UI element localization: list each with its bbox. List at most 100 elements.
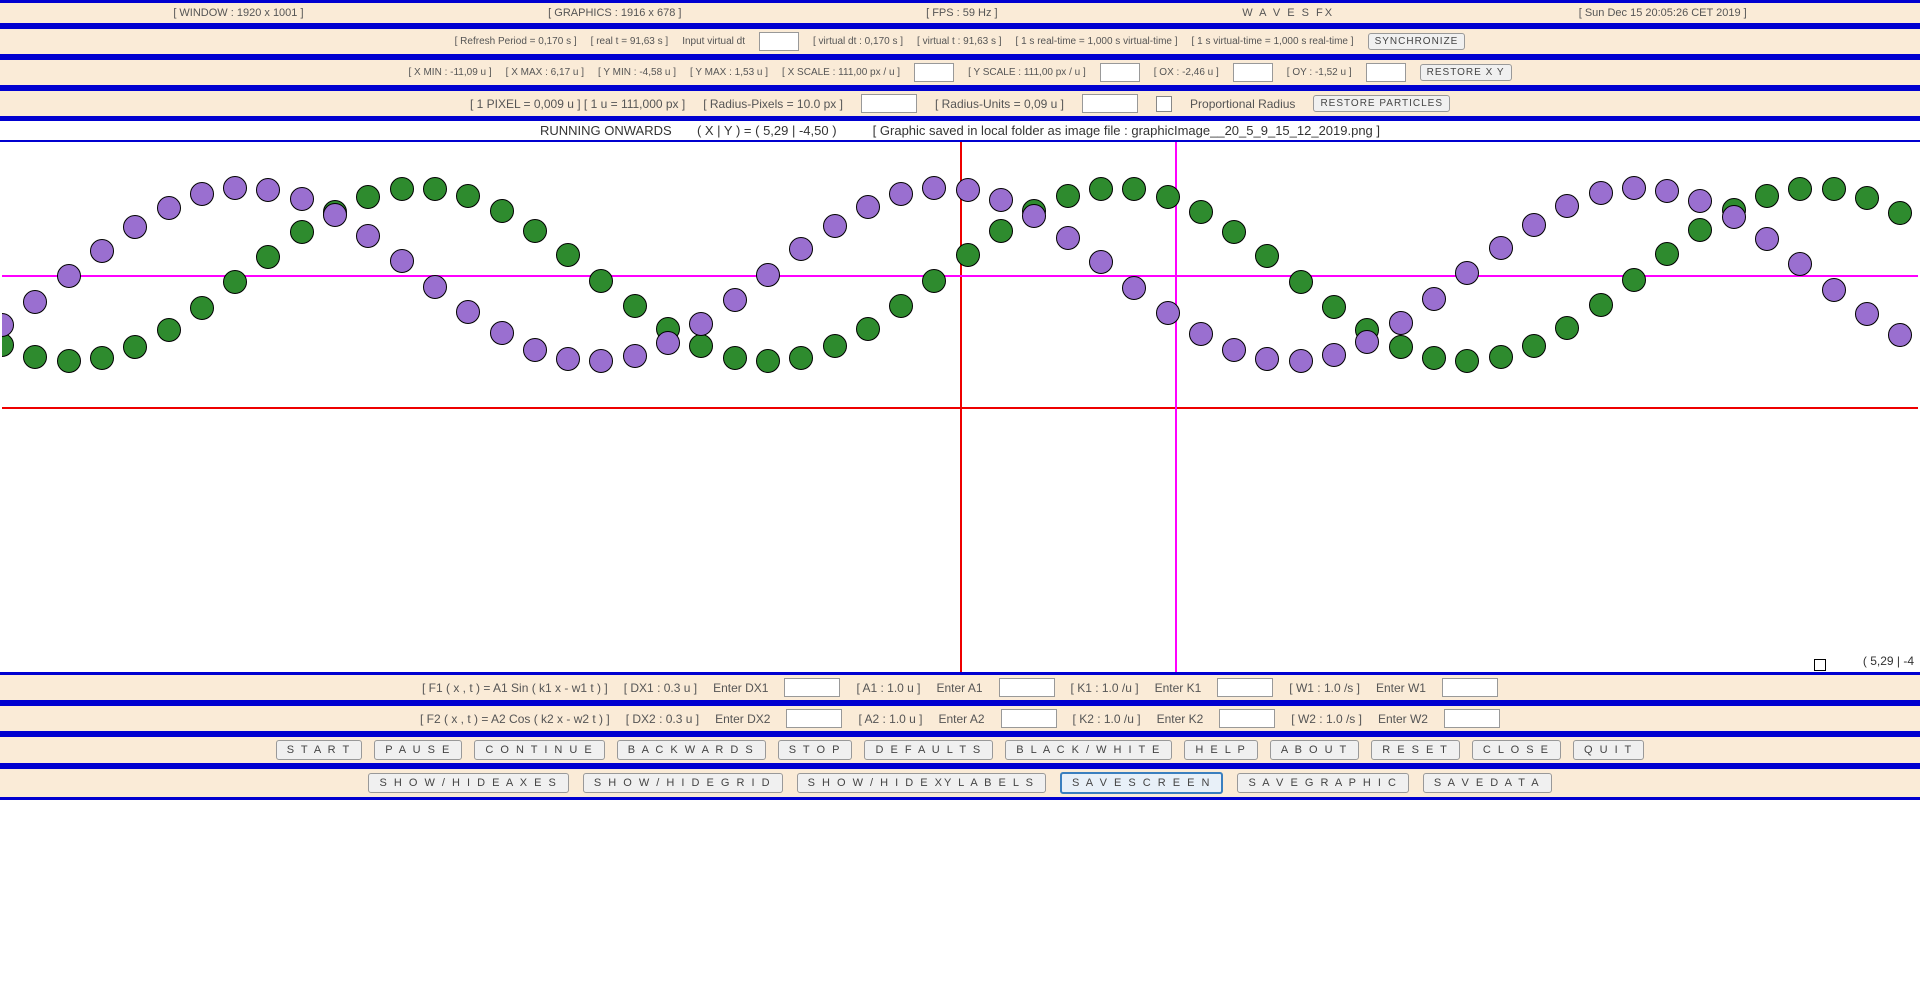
f2-k-input[interactable] [1219,709,1275,728]
particle-f2 [157,196,181,220]
f1-k-input[interactable] [1217,678,1273,697]
particle-f2 [1855,302,1879,326]
particle-f1 [256,245,280,269]
particle-f1 [1089,177,1113,201]
particle-f2 [356,224,380,248]
particle-f2 [1622,176,1646,200]
particle-f1 [1289,270,1313,294]
particle-f1 [456,184,480,208]
continue-button[interactable]: C O N T I N U E [474,740,604,760]
input-vdt[interactable] [759,32,799,51]
rt-ratio-1: [ 1 s real-time = 1,000 s virtual-time ] [1016,36,1178,47]
header-bar: [ WINDOW : 1920 x 1001 ] [ GRAPHICS : 19… [0,0,1920,26]
particle-f2 [1822,278,1846,302]
f2-dx: [ DX2 : 0.3 u ] [626,712,699,726]
f2-formula: [ F2 ( x , t ) = A2 Cos ( k2 x - w2 t ) … [420,712,610,726]
particle-f1 [1788,177,1812,201]
yscale-input[interactable] [1100,63,1140,82]
quit-button[interactable]: Q U I T [1573,740,1644,760]
particle-f1 [723,346,747,370]
f1-dx-input[interactable] [784,678,840,697]
particle-f1 [1455,349,1479,373]
oy-input[interactable] [1366,63,1406,82]
particle-f1 [956,243,980,267]
particle-f1 [90,346,114,370]
xscale-input[interactable] [914,63,954,82]
particle-f2 [1722,205,1746,229]
real-t: [ real t = 91,63 s ] [591,36,669,47]
particle-f1 [423,177,447,201]
particle-f1 [856,317,880,341]
graphics-canvas[interactable]: ( 5,29 | -4 [2,142,1918,672]
ox: [ OX : -2,46 u ] [1154,67,1219,78]
particle-f2 [623,344,647,368]
xmin: [ X MIN : -11,09 u ] [408,67,491,78]
stop-button[interactable]: S T O P [778,740,853,760]
synchronize-button[interactable]: SYNCHRONIZE [1368,33,1466,50]
particle-f2 [1589,181,1613,205]
particle-f1 [889,294,913,318]
ymax: [ Y MAX : 1,53 u ] [690,67,768,78]
save-data-button[interactable]: S A V E D A T A [1423,773,1552,793]
f1-dx-label: Enter DX1 [713,681,768,695]
reset-button[interactable]: R E S E T [1371,740,1460,760]
close-button[interactable]: C L O S E [1472,740,1561,760]
restore-particles-button[interactable]: RESTORE PARTICLES [1313,95,1450,112]
button-row-2: S H O W / H I D E A X E S S H O W / H I … [0,766,1920,800]
particle-f1 [789,346,813,370]
f2-dx-input[interactable] [786,709,842,728]
radius-u-input[interactable] [1082,94,1138,113]
defaults-button[interactable]: D E F A U L T S [864,740,993,760]
particle-f2 [1788,252,1812,276]
particle-f1 [356,185,380,209]
particle-f1 [989,219,1013,243]
particle-f1 [290,220,314,244]
particle-f2 [656,331,680,355]
particle-f1 [490,199,514,223]
f1-w-input[interactable] [1442,678,1498,697]
refresh-period: [ Refresh Period = 0,170 s ] [455,36,577,47]
particle-f2 [123,215,147,239]
particle-f2 [889,182,913,206]
f1-a-input[interactable] [999,678,1055,697]
button-row-1: S T A R T P A U S E C O N T I N U E B A … [0,734,1920,766]
ox-input[interactable] [1233,63,1273,82]
radius-px: [ Radius-Pixels = 10.0 px ] [703,97,843,111]
particle-f1 [756,349,780,373]
scale-row: [ X MIN : -11,09 u ] [ X MAX : 6,17 u ] … [0,57,1920,88]
particle-f2 [456,300,480,324]
save-graphic-button[interactable]: S A V E G R A P H I C [1237,773,1408,793]
backwards-button[interactable]: B A C K W A R D S [617,740,766,760]
xscale: [ X SCALE : 111,00 px / u ] [782,67,900,78]
particle-f2 [856,195,880,219]
particle-f1 [1255,244,1279,268]
show-hide-grid-button[interactable]: S H O W / H I D E G R I D [583,773,783,793]
particle-f2 [1122,276,1146,300]
restore-xy-button[interactable]: RESTORE X Y [1420,64,1512,81]
radius-row: [ 1 PIXEL = 0,009 u ] [ 1 u = 111,000 px… [0,88,1920,119]
particle-f2 [1189,322,1213,346]
pause-button[interactable]: P A U S E [374,740,462,760]
particle-f1 [1189,200,1213,224]
particle-f2 [2,313,14,337]
proportional-radius-label: Proportional Radius [1190,97,1295,111]
black-white-button[interactable]: B L A C K / W H I T E [1005,740,1172,760]
proportional-radius-checkbox[interactable] [1156,96,1172,112]
show-hide-xy-labels-button[interactable]: S H O W / H I D E XY L A B E L S [797,773,1046,793]
radius-px-input[interactable] [861,94,917,113]
particle-f1 [1888,201,1912,225]
about-button[interactable]: A B O U T [1270,740,1359,760]
f2-row: [ F2 ( x , t ) = A2 Cos ( k2 x - w2 t ) … [0,703,1920,734]
particle-f2 [922,176,946,200]
start-button[interactable]: S T A R T [276,740,362,760]
help-button[interactable]: H E L P [1184,740,1258,760]
show-hide-axes-button[interactable]: S H O W / H I D E A X E S [368,773,568,793]
f2-a-label: Enter A2 [939,712,985,726]
save-screen-button[interactable]: S A V E S C R E E N [1060,772,1223,794]
f2-w-input[interactable] [1444,709,1500,728]
particle-f2 [1655,179,1679,203]
particle-f2 [256,178,280,202]
particle-f2 [589,349,613,373]
particle-f2 [989,188,1013,212]
f2-a-input[interactable] [1001,709,1057,728]
